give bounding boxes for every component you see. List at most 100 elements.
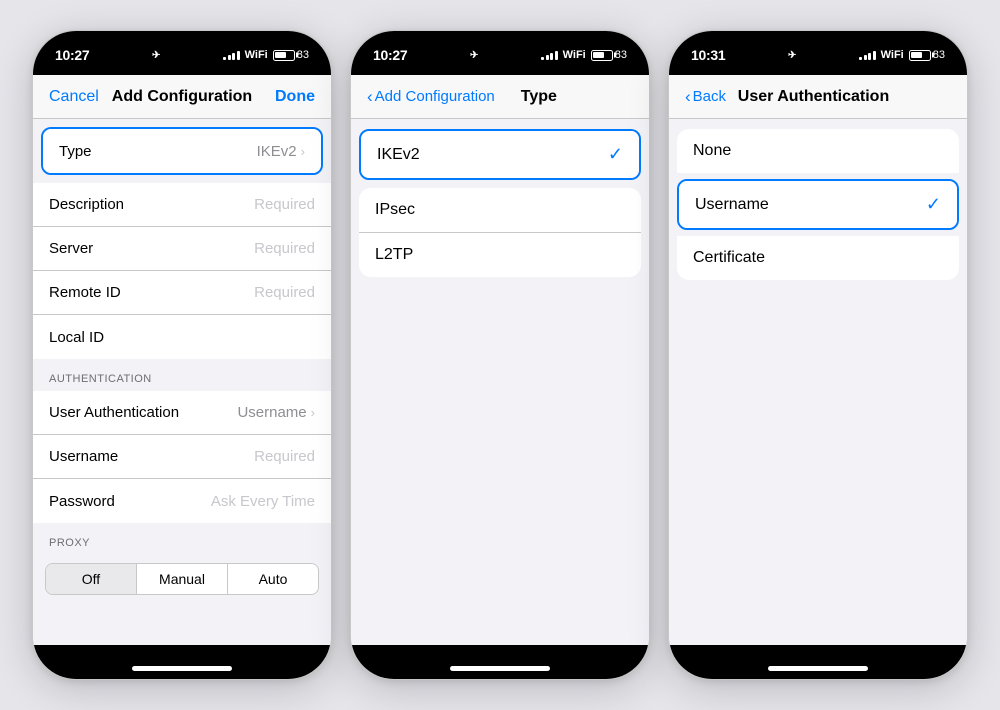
content-1: Type IKEv2 › Description Required Server bbox=[33, 119, 331, 645]
certificate-label: Certificate bbox=[693, 249, 765, 267]
chevron-right-icon: › bbox=[301, 144, 305, 159]
time-3: 10:31 bbox=[691, 47, 725, 63]
status-icons-2: WiFi 83 bbox=[541, 49, 627, 61]
description-label: Description bbox=[49, 196, 124, 213]
phone-3: 10:31 ✈ WiFi 83 bbox=[668, 30, 968, 680]
ipsec-label: IPsec bbox=[375, 201, 415, 219]
server-placeholder: Required bbox=[254, 240, 315, 257]
l2tp-label: L2TP bbox=[375, 246, 413, 264]
user-auth-value: Username › bbox=[237, 404, 315, 421]
proxy-segment: Off Manual Auto bbox=[45, 563, 319, 595]
status-icons-1: WiFi 83 bbox=[223, 49, 309, 61]
username-checkmark: ✓ bbox=[926, 194, 941, 215]
auth-list: None Username ✓ Certificate bbox=[669, 129, 967, 280]
user-auth-row[interactable]: User Authentication Username › bbox=[33, 391, 331, 435]
proxy-auto-button[interactable]: Auto bbox=[228, 564, 318, 594]
ipsec-row[interactable]: IPsec bbox=[359, 188, 641, 233]
status-bar-1: 10:27 ✈ WiFi 83 bbox=[33, 31, 331, 75]
certificate-row[interactable]: Certificate bbox=[677, 236, 959, 280]
nav-bar-3: ‹ Back User Authentication bbox=[669, 75, 967, 119]
other-types-section: IPsec L2TP bbox=[359, 188, 641, 277]
server-row[interactable]: Server Required bbox=[33, 227, 331, 271]
wifi-icon-2: WiFi bbox=[563, 49, 586, 61]
home-indicator-3 bbox=[669, 645, 967, 679]
app-container: 10:27 ✈ WiFi 83 Cancel bbox=[12, 10, 988, 700]
nav-title-1: Add Configuration bbox=[99, 88, 265, 106]
type-value: IKEv2 › bbox=[257, 143, 305, 160]
back-chevron-3: ‹ bbox=[685, 87, 691, 107]
back-button-2[interactable]: ‹ Add Configuration bbox=[367, 87, 495, 107]
phone-1: 10:27 ✈ WiFi 83 Cancel bbox=[32, 30, 332, 680]
local-id-row[interactable]: Local ID bbox=[33, 315, 331, 359]
phone-2: 10:27 ✈ WiFi 83 bbox=[350, 30, 650, 680]
back-label-3: Back bbox=[693, 88, 726, 105]
signal-icon-1 bbox=[223, 50, 240, 60]
type-label: Type bbox=[59, 143, 92, 160]
username-label: Username bbox=[49, 448, 118, 465]
user-auth-label: User Authentication bbox=[49, 404, 179, 421]
description-row[interactable]: Description Required bbox=[33, 183, 331, 227]
auth-section-label: AUTHENTICATION bbox=[33, 359, 331, 391]
description-placeholder: Required bbox=[254, 196, 315, 213]
back-chevron-2: ‹ bbox=[367, 87, 373, 107]
home-indicator-1 bbox=[33, 645, 331, 679]
status-bar-3: 10:31 ✈ WiFi 83 bbox=[669, 31, 967, 75]
time-1: 10:27 bbox=[55, 47, 89, 63]
password-label: Password bbox=[49, 493, 115, 510]
battery-icon-3: 83 bbox=[909, 49, 945, 61]
remote-id-label: Remote ID bbox=[49, 284, 121, 301]
done-button[interactable]: Done bbox=[265, 88, 315, 106]
certificate-section: Certificate bbox=[677, 236, 959, 280]
nav-title-3: User Authentication bbox=[726, 88, 901, 106]
remote-id-placeholder: Required bbox=[254, 284, 315, 301]
nav-title-2: Type bbox=[495, 88, 583, 106]
proxy-section: PROXY Off Manual Auto bbox=[33, 523, 331, 595]
ikev2-row[interactable]: IKEv2 ✓ bbox=[361, 131, 639, 178]
home-indicator-2 bbox=[351, 645, 649, 679]
type-section: Type IKEv2 › bbox=[33, 127, 331, 175]
local-id-label: Local ID bbox=[49, 329, 104, 346]
user-auth-chevron: › bbox=[311, 405, 315, 420]
back-label-2: Add Configuration bbox=[375, 88, 495, 105]
password-placeholder: Ask Every Time bbox=[211, 493, 315, 510]
type-row[interactable]: Type IKEv2 › bbox=[43, 129, 321, 173]
username-selected-container: Username ✓ bbox=[677, 179, 959, 230]
proxy-manual-button[interactable]: Manual bbox=[137, 564, 228, 594]
fields-group: Description Required Server Required Rem… bbox=[33, 183, 331, 359]
remote-id-row[interactable]: Remote ID Required bbox=[33, 271, 331, 315]
l2tp-row[interactable]: L2TP bbox=[359, 233, 641, 277]
content-2: IKEv2 ✓ IPsec L2TP bbox=[351, 119, 649, 645]
location-icon-1: ✈ bbox=[152, 50, 160, 61]
wifi-icon-3: WiFi bbox=[881, 49, 904, 61]
username-placeholder: Required bbox=[254, 448, 315, 465]
type-list: IKEv2 ✓ IPsec L2TP bbox=[351, 129, 649, 277]
battery-icon-2: 83 bbox=[591, 49, 627, 61]
password-row[interactable]: Password Ask Every Time bbox=[33, 479, 331, 523]
ikev2-checkmark: ✓ bbox=[608, 144, 623, 165]
back-button-3[interactable]: ‹ Back bbox=[685, 87, 726, 107]
status-bar-2: 10:27 ✈ WiFi 83 bbox=[351, 31, 649, 75]
status-icons-3: WiFi 83 bbox=[859, 49, 945, 61]
home-bar-3 bbox=[768, 666, 868, 671]
battery-icon-1: 83 bbox=[273, 49, 309, 61]
ikev2-selected-container: IKEv2 ✓ bbox=[359, 129, 641, 180]
server-label: Server bbox=[49, 240, 93, 257]
username-row[interactable]: Username Required bbox=[33, 435, 331, 479]
username-auth-row[interactable]: Username ✓ bbox=[679, 181, 957, 228]
home-bar-2 bbox=[450, 666, 550, 671]
type-row-container: Type IKEv2 › bbox=[41, 127, 323, 175]
nav-bar-2: ‹ Add Configuration Type bbox=[351, 75, 649, 119]
location-icon-2: ✈ bbox=[470, 50, 478, 61]
cancel-button[interactable]: Cancel bbox=[49, 88, 99, 106]
proxy-section-label: PROXY bbox=[33, 523, 331, 555]
proxy-off-button[interactable]: Off bbox=[46, 564, 137, 594]
nav-bar-1: Cancel Add Configuration Done bbox=[33, 75, 331, 119]
time-2: 10:27 bbox=[373, 47, 407, 63]
signal-icon-3 bbox=[859, 50, 876, 60]
signal-icon-2 bbox=[541, 50, 558, 60]
location-icon-3: ✈ bbox=[788, 50, 796, 61]
none-row[interactable]: None bbox=[677, 129, 959, 173]
ikev2-label: IKEv2 bbox=[377, 146, 420, 164]
none-section: None bbox=[677, 129, 959, 173]
auth-section: AUTHENTICATION User Authentication Usern… bbox=[33, 359, 331, 523]
